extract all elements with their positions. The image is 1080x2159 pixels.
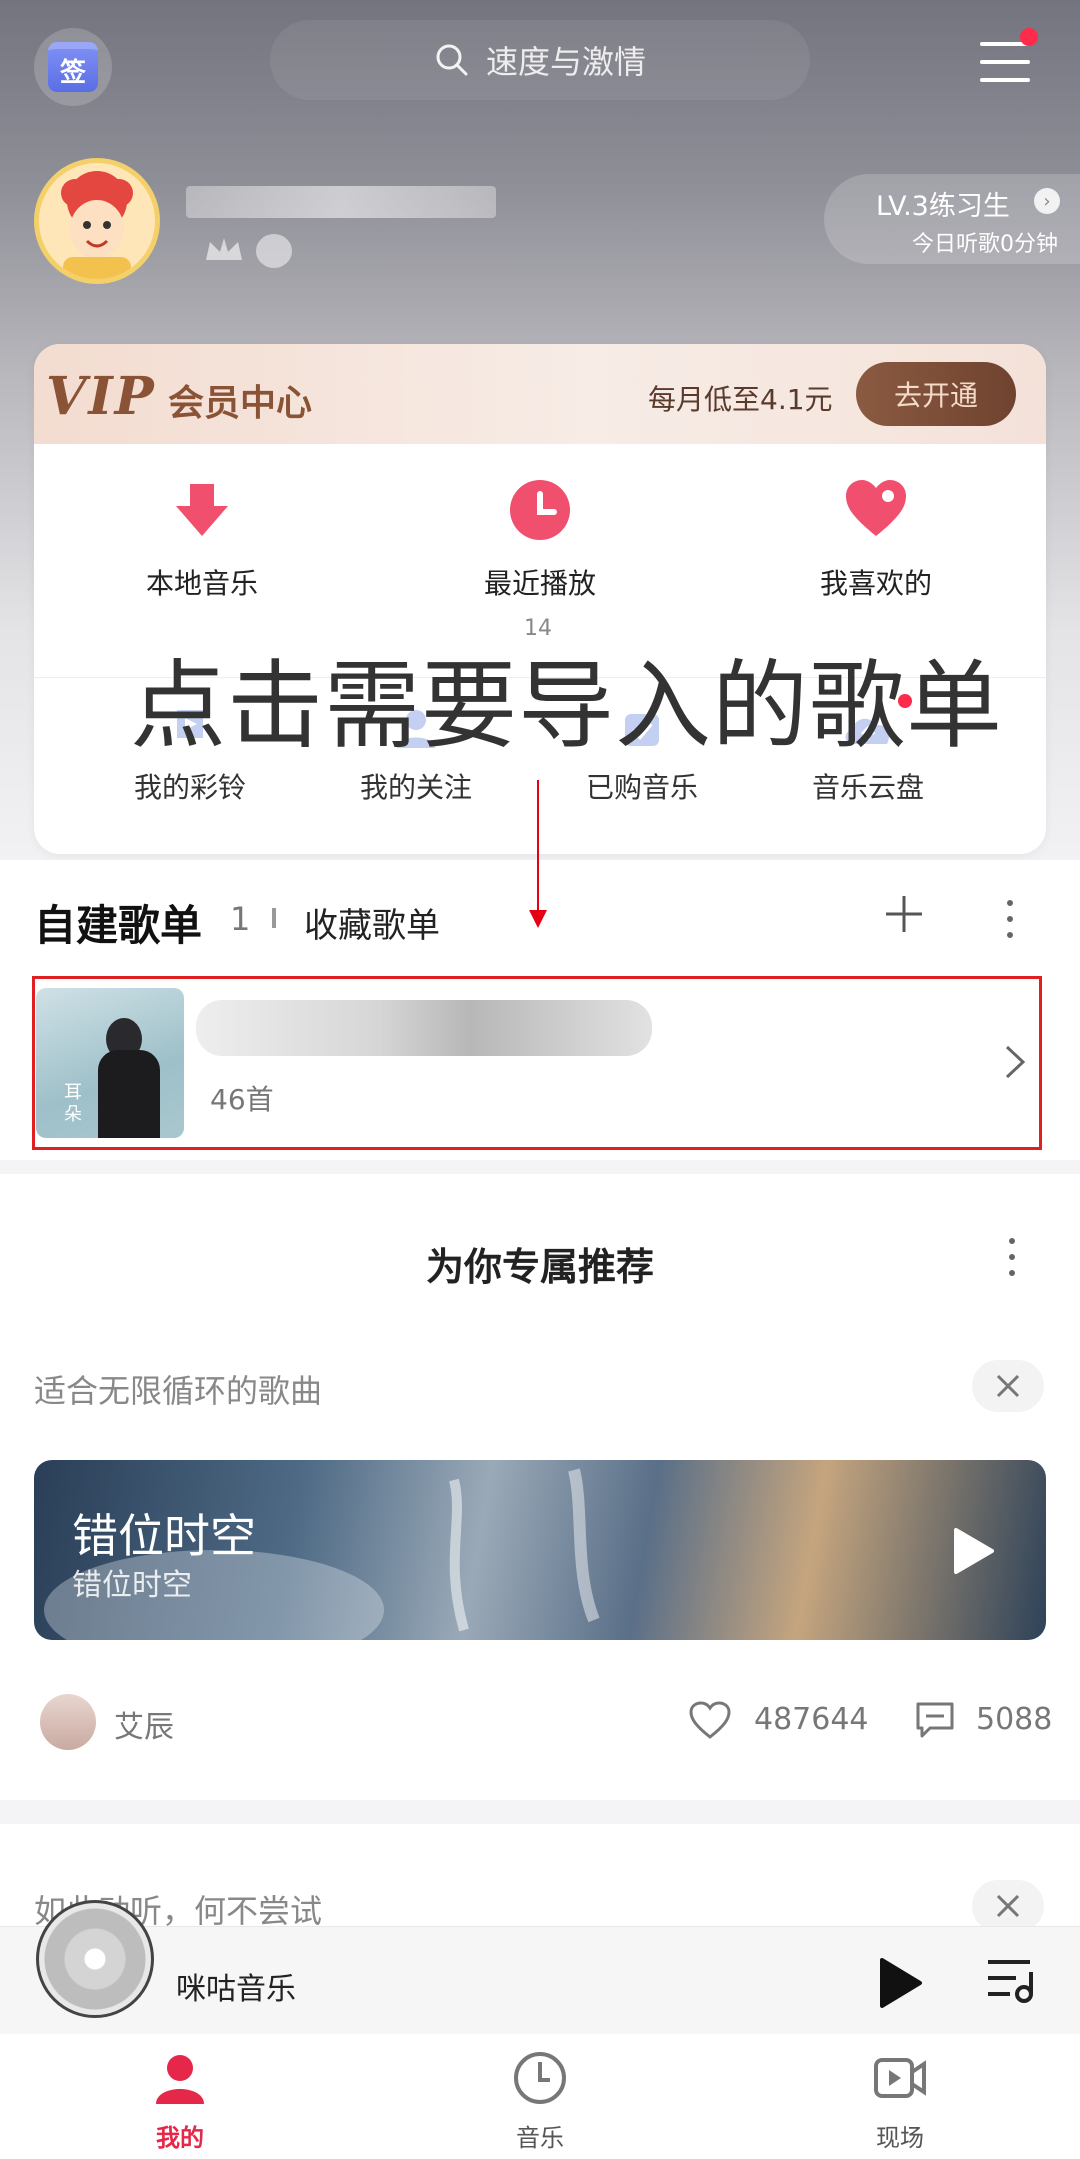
video-icon (874, 2058, 926, 2098)
menu-button[interactable] (980, 38, 1032, 86)
music-disc-icon (514, 2052, 566, 2104)
quick-label: 已购音乐 (585, 771, 698, 804)
search-icon (436, 44, 468, 76)
tab-separator (272, 908, 276, 928)
crown-icon (206, 238, 242, 260)
cover-figure (98, 1050, 160, 1138)
play-icon[interactable] (876, 1956, 924, 2010)
quick-recent-play[interactable]: 最近播放 (420, 478, 660, 602)
tab-live[interactable]: 现场 (800, 2050, 1000, 2153)
notification-dot (1020, 28, 1038, 46)
more-icon[interactable] (1006, 1236, 1018, 1280)
playlist-cover[interactable]: 耳朵 (36, 988, 184, 1138)
tab-favorite-playlists[interactable]: 收藏歌单 (304, 898, 440, 947)
chevron-right-icon[interactable] (1004, 1044, 1026, 1080)
vip-price-text: 每月低至4.1元 (648, 383, 833, 416)
playlist-song-count: 46首 (210, 1083, 274, 1116)
today-listen-text: 今日听歌0分钟 (912, 232, 1058, 257)
avatar[interactable] (34, 158, 160, 284)
quick-label: 最近播放 (483, 567, 596, 600)
vip-open-button[interactable]: 去开通 (856, 362, 1016, 426)
like-count: 487644 (754, 1702, 869, 1737)
recommend-title: 为你专属推荐 (425, 1245, 654, 1289)
person-icon (156, 2055, 204, 2104)
artist-avatar[interactable] (40, 1694, 96, 1750)
more-icon[interactable] (1004, 898, 1016, 942)
instruction-overlay: 点击需要导入的歌单 (130, 650, 1003, 762)
artist-name[interactable]: 艾辰 (114, 1702, 174, 1746)
playlist-queue-icon[interactable] (986, 1956, 1038, 2004)
clock-icon (510, 480, 570, 540)
cartoon-avatar-icon (61, 171, 133, 279)
mini-player-title: 咪咕音乐 (176, 1972, 296, 2007)
play-icon[interactable] (950, 1526, 996, 1576)
download-arrow-icon (176, 484, 228, 536)
banner-subtitle: 错位时空 (72, 1568, 192, 1603)
vip-badge-icon (256, 234, 292, 268)
vip-logo: VIP (46, 366, 156, 427)
quick-label: 我的彩铃 (133, 771, 246, 804)
tab-my-playlists[interactable]: 自建歌单 (34, 892, 202, 953)
chevron-right-icon: › (1034, 188, 1060, 214)
menu-line-icon (980, 60, 1030, 64)
tab-label: 现场 (876, 2124, 924, 2152)
tab-mine[interactable]: 我的 (80, 2050, 280, 2153)
add-icon[interactable] (884, 894, 924, 934)
vip-card: VIP 会员中心 每月低至4.1元 去开通 本地音乐 最近播放 我喜欢的 14 … (34, 344, 1046, 854)
quick-label: 本地音乐 (145, 567, 258, 600)
cover-text: 耳朵 (64, 1082, 82, 1125)
sign-in-button[interactable]: 签 (34, 28, 112, 106)
search-placeholder: 速度与激情 (485, 43, 646, 81)
calendar-icon: 签 (48, 42, 98, 92)
close-icon (996, 1374, 1020, 1398)
menu-line-icon (980, 78, 1030, 82)
quick-label: 我的关注 (359, 771, 472, 804)
recommend-subtitle: 适合无限循环的歌曲 (34, 1372, 323, 1410)
search-bar[interactable]: 速度与激情 (270, 20, 810, 100)
tab-music[interactable]: 音乐 (440, 2050, 640, 2153)
sign-label: 签 (59, 58, 86, 88)
vip-center-label: 会员中心 (168, 383, 313, 424)
annotation-arrow-head (529, 910, 547, 928)
username-blurred (186, 186, 496, 218)
tab-label: 我的 (156, 2124, 204, 2152)
banner-title: 错位时空 (72, 1509, 256, 1563)
disc-icon[interactable] (36, 1900, 154, 2018)
comment-count: 5088 (976, 1702, 1053, 1737)
quick-favorites[interactable]: 我喜欢的 (756, 478, 996, 602)
close-icon (996, 1894, 1020, 1918)
tab-label: 音乐 (516, 2124, 564, 2152)
heart-outline-icon[interactable] (688, 1700, 732, 1740)
close-button[interactable] (972, 1360, 1044, 1412)
playlist-count: 1 (230, 900, 251, 938)
level-text: LV.3练习生 (876, 191, 1010, 222)
comment-icon[interactable] (914, 1700, 956, 1740)
playlist-name-blurred[interactable] (196, 1000, 652, 1056)
heart-icon (846, 480, 906, 536)
close-button[interactable] (972, 1880, 1044, 1932)
quick-local-music[interactable]: 本地音乐 (82, 478, 322, 602)
quick-label: 音乐云盘 (811, 771, 924, 804)
annotation-arrow (537, 780, 539, 918)
quick-label: 我喜欢的 (819, 567, 932, 600)
